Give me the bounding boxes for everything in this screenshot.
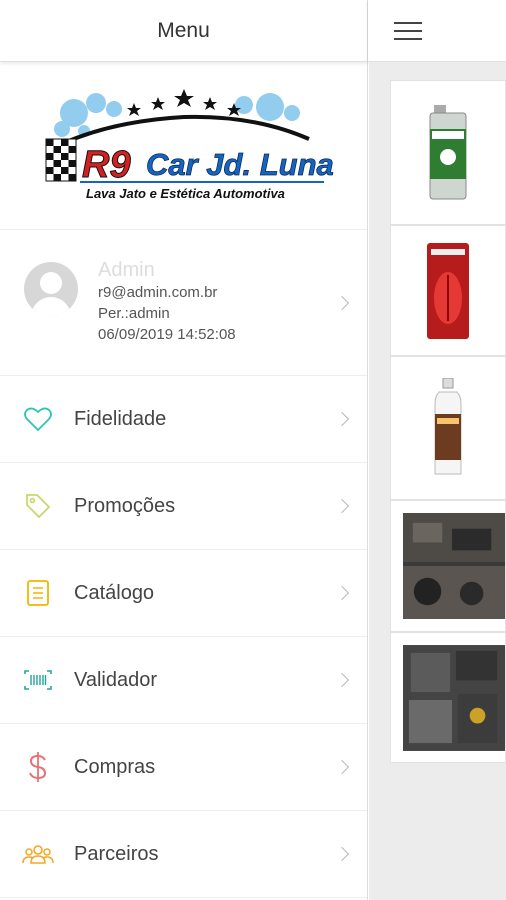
profile-email: r9@admin.com.br — [98, 284, 218, 301]
chevron-right-icon — [334, 295, 350, 311]
product-engine-photo — [403, 513, 505, 619]
hamburger-menu-icon[interactable] — [394, 22, 422, 42]
menu-item-validador[interactable]: Validador — [0, 637, 367, 724]
catalog-icon — [22, 577, 54, 609]
menu-label: Validador — [74, 668, 158, 691]
menu-item-catalogo[interactable]: Catálogo — [0, 550, 367, 637]
profile-info: Admin r9@admin.com.br Per.:admin 06/09/2… — [98, 260, 236, 345]
product-engine-photo — [403, 644, 505, 751]
menu-label: Promoções — [74, 494, 176, 517]
avatar — [24, 261, 78, 316]
people-icon — [22, 838, 54, 870]
menu-label: Compras — [74, 755, 156, 778]
logo-image: R9 Car Jd. Luna Lava Jato e Estética Aut… — [45, 88, 334, 201]
product-can-image — [429, 105, 467, 200]
product-bottle-image — [434, 378, 462, 475]
profile-timestamp: 06/09/2019 14:52:08 — [98, 326, 236, 343]
profile-role: Per.:admin — [98, 305, 170, 322]
svg-text:R9: R9 — [82, 144, 131, 186]
product-card[interactable] — [390, 225, 506, 356]
product-card[interactable] — [390, 80, 506, 225]
chevron-right-icon — [334, 498, 350, 514]
menu-item-promocoes[interactable]: Promoções — [0, 463, 367, 550]
chevron-right-icon — [334, 759, 350, 775]
product-list — [390, 80, 506, 763]
svg-text:Car Jd. Luna: Car Jd. Luna — [146, 147, 334, 182]
menu-label: Fidelidade — [74, 407, 167, 430]
drawer-header: Menu — [0, 0, 367, 62]
chevron-right-icon — [334, 672, 350, 688]
menu-label: Parceiros — [74, 842, 159, 865]
navigation-drawer: Menu R9 Car Jd. Luna Lava Jato e Estétic… — [0, 0, 368, 900]
chevron-right-icon — [334, 411, 350, 427]
chevron-right-icon — [334, 585, 350, 601]
menu-item-parceiros[interactable]: Parceiros — [0, 811, 367, 898]
product-box-image — [427, 242, 469, 339]
heart-icon — [22, 403, 54, 435]
dollar-icon — [22, 751, 54, 783]
app-bar — [368, 0, 506, 62]
product-card[interactable] — [390, 356, 506, 500]
chevron-right-icon — [334, 846, 350, 862]
drawer-title: Menu — [157, 18, 210, 42]
user-profile[interactable]: Admin r9@admin.com.br Per.:admin 06/09/2… — [0, 230, 367, 376]
product-card[interactable] — [390, 500, 506, 632]
menu-item-fidelidade[interactable]: Fidelidade — [0, 376, 367, 463]
brand-logo: R9 Car Jd. Luna Lava Jato e Estética Aut… — [0, 62, 367, 230]
profile-name: Admin — [98, 259, 155, 281]
menu-item-compras[interactable]: Compras — [0, 724, 367, 811]
svg-text:Lava Jato e Estética Automotiv: Lava Jato e Estética Automotiva — [86, 186, 285, 201]
product-card[interactable] — [390, 632, 506, 763]
tag-icon — [22, 490, 54, 522]
menu-label: Catálogo — [74, 581, 155, 604]
barcode-icon — [22, 664, 54, 696]
